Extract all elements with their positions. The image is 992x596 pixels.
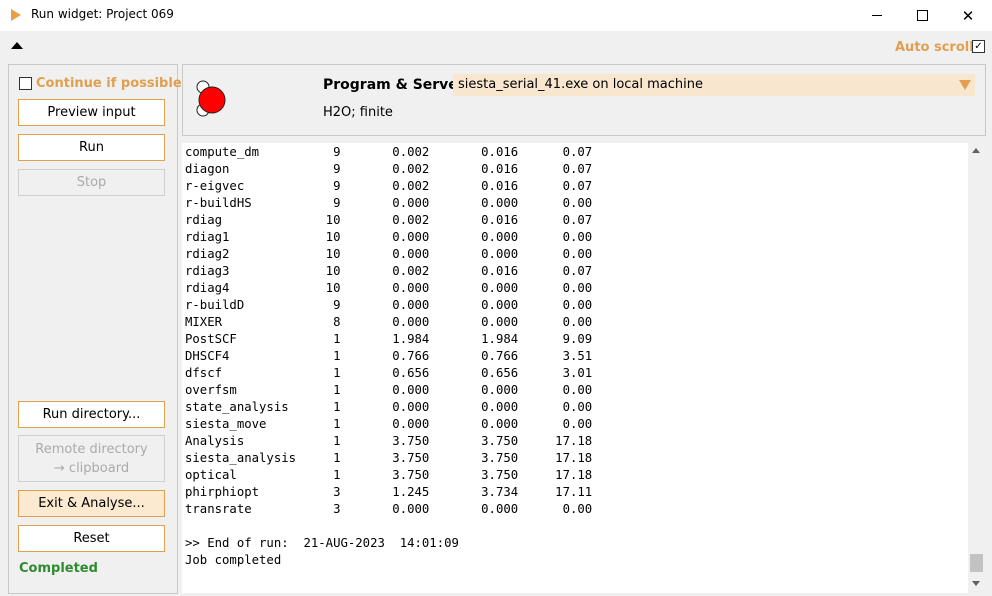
clipboard-label: → clipboard	[53, 460, 130, 476]
remote-directory-button[interactable]: Remote directory → clipboard	[18, 435, 165, 482]
scroll-down-icon[interactable]	[972, 581, 980, 586]
output-line: compute_dm 9 0.002 0.016 0.07	[185, 145, 593, 159]
continue-if-possible-label[interactable]: Continue if possible	[36, 76, 182, 91]
output-line: siesta_analysis 1 3.750 3.750 17.18	[185, 451, 593, 465]
maximize-button[interactable]	[899, 0, 945, 31]
output-line: r-buildHS 9 0.000 0.000 0.00	[185, 196, 593, 210]
continue-if-possible-checkbox[interactable]	[19, 77, 32, 90]
output-line: dfscf 1 0.656 0.656 3.01	[185, 366, 593, 380]
auto-scroll-checkbox[interactable]: ✓	[972, 40, 985, 53]
remote-directory-label: Remote directory	[35, 441, 148, 457]
output-line: rdiag3 10 0.002 0.016 0.07	[185, 264, 593, 278]
close-icon: ✕	[961, 6, 975, 25]
maximize-icon	[916, 10, 928, 21]
dropdown-arrow-icon[interactable]	[959, 80, 971, 90]
collapse-arrow-icon[interactable]	[11, 42, 23, 49]
output-line: rdiag2 10 0.000 0.000 0.00	[185, 247, 593, 261]
auto-scroll-label[interactable]: Auto scroll	[895, 40, 974, 55]
program-server-label: Program & Server	[323, 77, 465, 93]
output-line: rdiag4 10 0.000 0.000 0.00	[185, 281, 593, 295]
play-triangle-icon	[11, 9, 21, 21]
scroll-up-icon[interactable]	[972, 148, 980, 153]
reset-button[interactable]: Reset	[18, 525, 165, 552]
output-line: rdiag 10 0.002 0.016 0.07	[185, 213, 593, 227]
output-line: diagon 9 0.002 0.016 0.07	[185, 162, 593, 176]
output-line: transrate 3 0.000 0.000 0.00	[185, 502, 593, 516]
window-title: Run widget: Project 069	[31, 7, 174, 21]
output-line: optical 1 3.750 3.750 17.18	[185, 468, 593, 482]
minimize-button[interactable]	[854, 0, 900, 31]
output-line: r-buildD 9 0.000 0.000 0.00	[185, 298, 593, 312]
minimize-icon	[872, 15, 882, 16]
close-button[interactable]: ✕	[945, 0, 991, 31]
output-line: >> End of run: 21-AUG-2023 14:01:09	[185, 536, 459, 550]
oxygen-atom-icon	[198, 86, 226, 114]
output-line: PostSCF 1 1.984 1.984 9.09	[185, 332, 593, 346]
preview-input-button[interactable]: Preview input	[18, 99, 165, 126]
h2o-molecule-icon	[196, 80, 226, 117]
output-line: Analysis 1 3.750 3.750 17.18	[185, 434, 593, 448]
output-line: overfsm 1 0.000 0.000 0.00	[185, 383, 593, 397]
title-bar: Run widget: Project 069 ✕	[0, 0, 992, 31]
output-lines: compute_dm 9 0.002 0.016 0.07 diagon 9 0.…	[185, 144, 592, 569]
output-line: Job completed	[185, 553, 282, 567]
output-line: rdiag1 10 0.000 0.000 0.00	[185, 230, 593, 244]
output-line: state_analysis 1 0.000 0.000 0.00	[185, 400, 593, 414]
program-server-value: siesta_serial_41.exe on local machine	[458, 77, 704, 92]
output-line: siesta_move 1 0.000 0.000 0.00	[185, 417, 593, 431]
run-button[interactable]: Run	[18, 134, 165, 161]
status-label: Completed	[19, 561, 98, 576]
exit-analyse-button[interactable]: Exit & Analyse...	[18, 490, 165, 517]
output-line: phirphiopt 3 1.245 3.734 17.11	[185, 485, 593, 499]
output-line: MIXER 8 0.000 0.000 0.00	[185, 315, 593, 329]
stop-button[interactable]: Stop	[18, 169, 165, 196]
output-line: r-eigvec 9 0.002 0.016 0.07	[185, 179, 593, 193]
system-description: H2O; finite	[323, 105, 393, 120]
output-log[interactable]: compute_dm 9 0.002 0.016 0.07 diagon 9 0.…	[182, 143, 985, 593]
run-directory-button[interactable]: Run directory...	[18, 401, 165, 428]
output-line: DHSCF4 1 0.766 0.766 3.51	[185, 349, 593, 363]
program-server-select[interactable]: siesta_serial_41.exe on local machine	[453, 74, 975, 96]
vertical-scrollbar[interactable]	[968, 143, 985, 593]
scroll-thumb[interactable]	[970, 554, 983, 572]
